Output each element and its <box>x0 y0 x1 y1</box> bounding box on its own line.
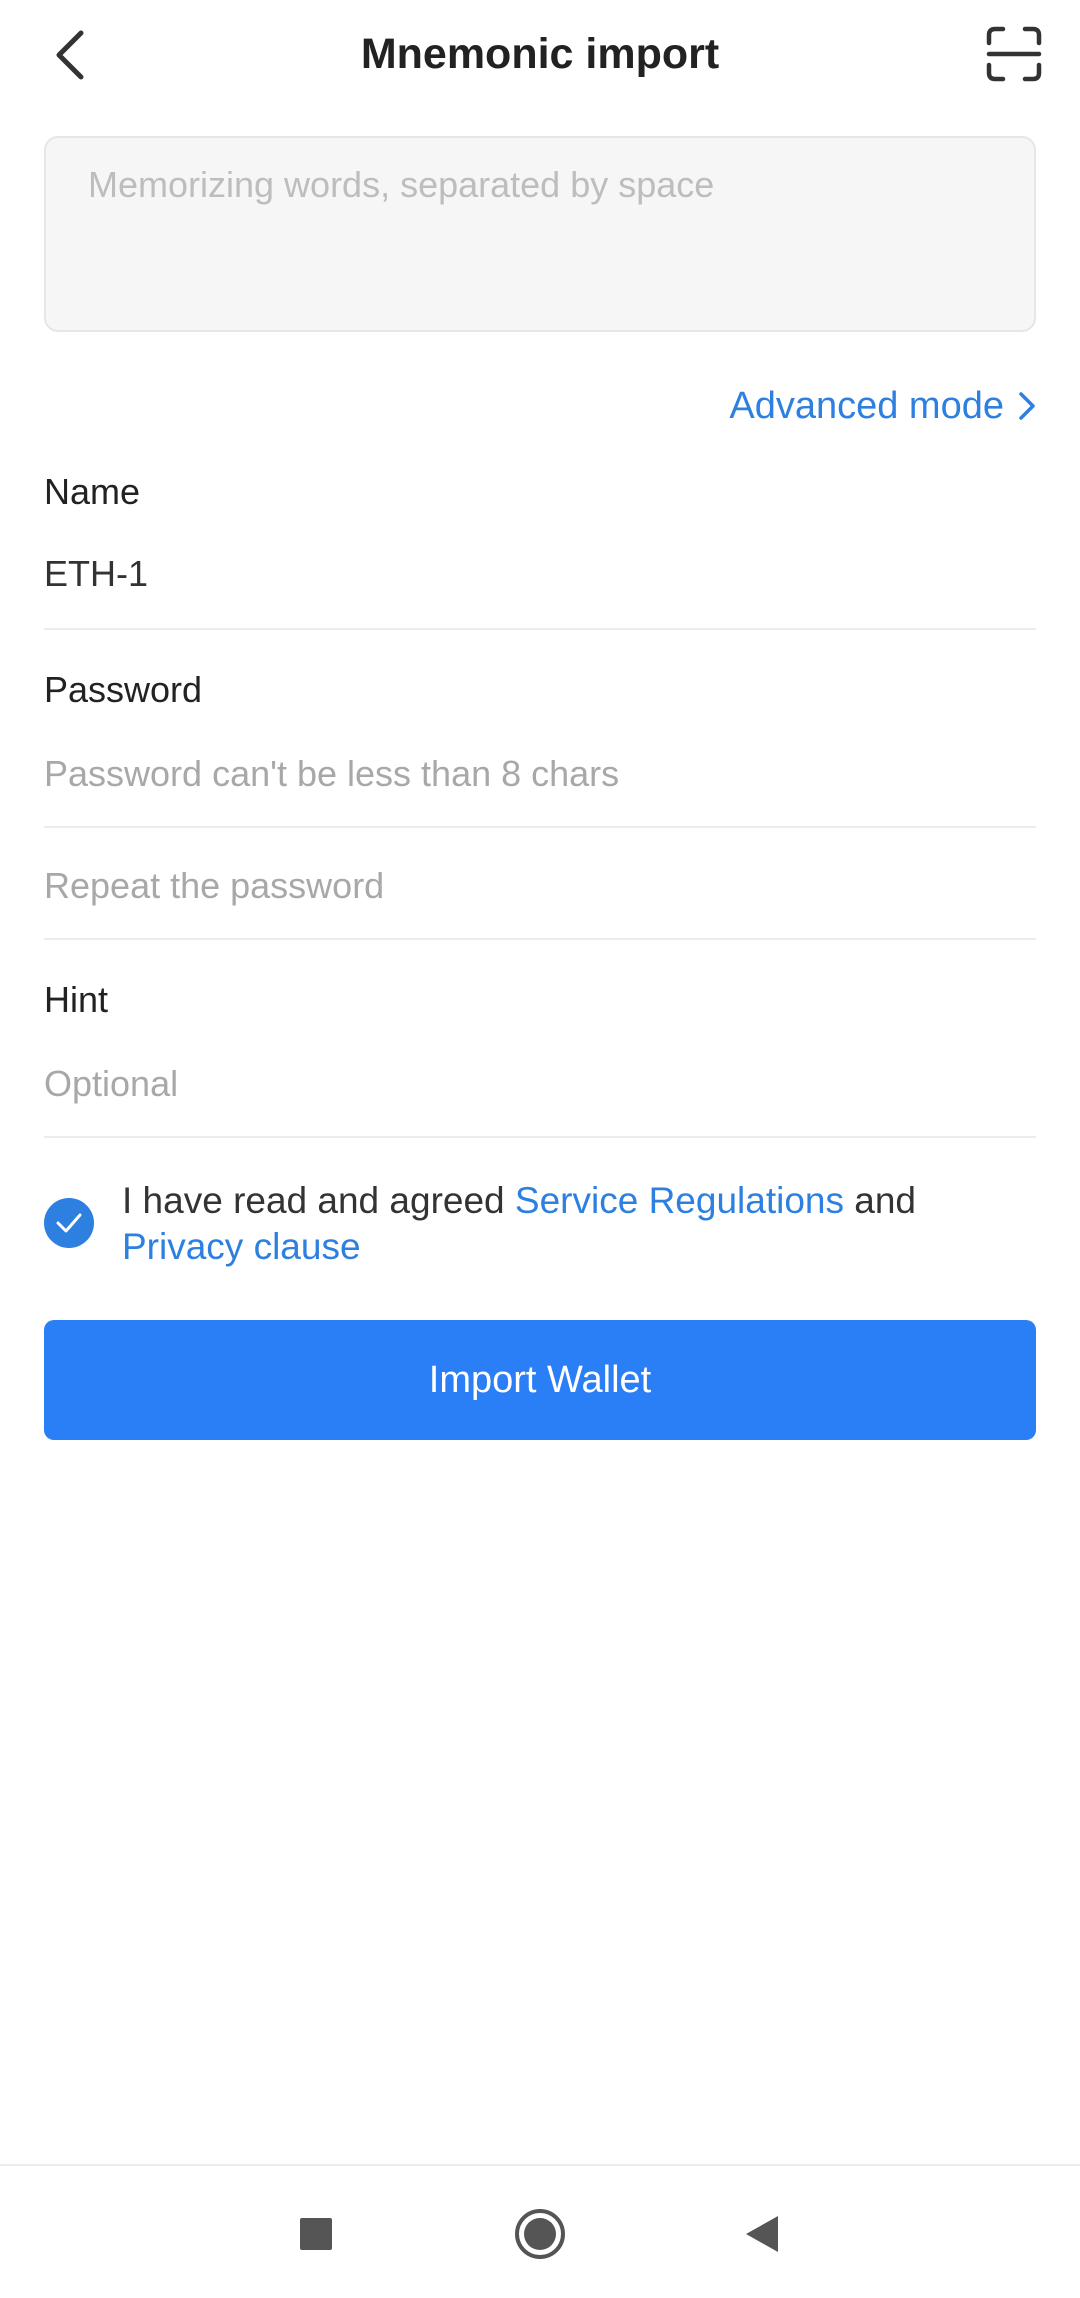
agreement-text-before: I have read and agreed <box>122 1180 515 1221</box>
app-header: Mnemonic import <box>0 0 1080 112</box>
mnemonic-input[interactable] <box>46 138 1034 330</box>
agreement-text-middle: and <box>843 1180 916 1221</box>
password-label: Password <box>44 669 203 710</box>
square-icon <box>300 2218 332 2250</box>
scan-button[interactable] <box>982 22 1046 86</box>
password-input[interactable] <box>44 744 1036 804</box>
advanced-mode-link[interactable]: Advanced mode <box>729 380 1036 432</box>
hint-input[interactable] <box>44 1054 1036 1114</box>
agree-checkbox[interactable] <box>44 1198 94 1248</box>
circle-icon <box>515 2209 565 2259</box>
divider <box>44 628 1036 630</box>
check-icon <box>56 1213 82 1233</box>
repeat-password-input[interactable] <box>44 856 1036 916</box>
recents-button[interactable] <box>284 2202 348 2266</box>
service-regulations-link[interactable]: Service Regulations <box>515 1180 844 1221</box>
name-label: Name <box>44 471 141 512</box>
home-button[interactable] <box>508 2202 572 2266</box>
mnemonic-box <box>44 136 1036 332</box>
import-wallet-button[interactable]: Import Wallet <box>44 1320 1036 1440</box>
hint-label: Hint <box>44 979 109 1020</box>
agreement-text: I have read and agreed Service Regulatio… <box>122 1178 1002 1270</box>
nav-back-button[interactable] <box>730 2202 794 2266</box>
advanced-mode-label: Advanced mode <box>729 385 1004 427</box>
page-title: Mnemonic import <box>360 30 720 78</box>
name-input[interactable] <box>44 544 1036 604</box>
system-nav-bar <box>0 2164 1080 2298</box>
divider <box>44 1136 1036 1138</box>
privacy-clause-link[interactable]: Privacy clause <box>122 1226 361 1267</box>
triangle-back-icon <box>746 2216 778 2252</box>
scan-icon <box>986 26 1042 82</box>
divider <box>44 826 1036 828</box>
divider <box>44 938 1036 940</box>
chevron-right-icon <box>1018 391 1036 421</box>
